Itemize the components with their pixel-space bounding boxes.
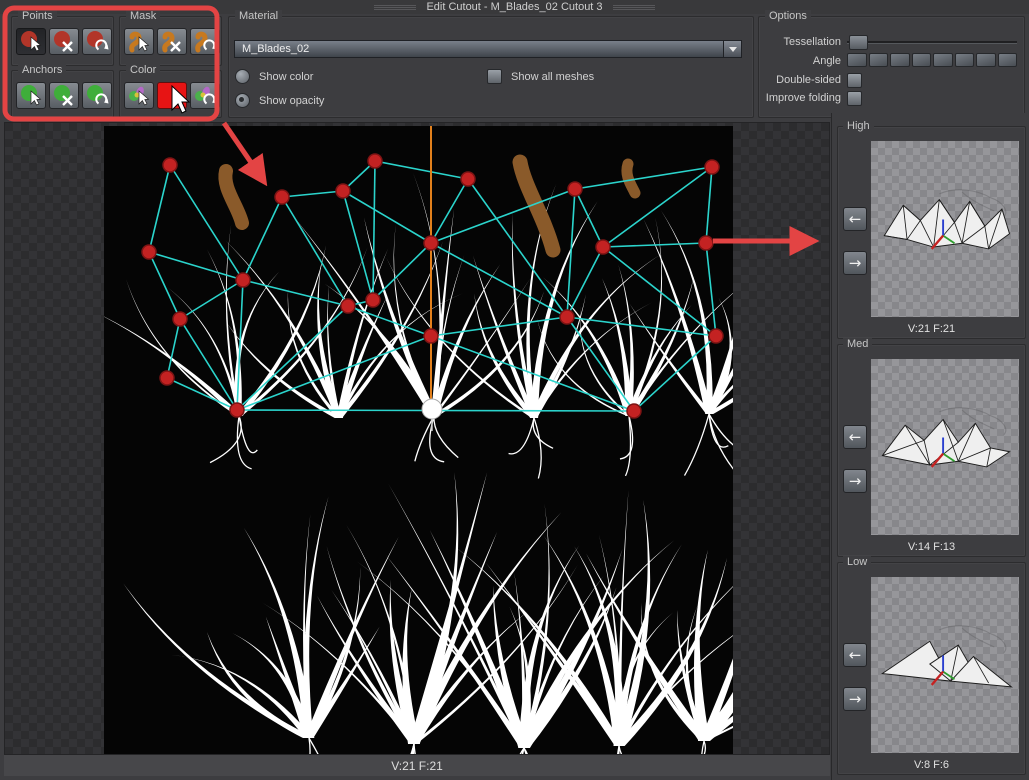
point-add-icon [17, 29, 47, 56]
angle-meter-segment[interactable] [998, 53, 1018, 67]
mask-paint-icon [125, 29, 155, 56]
show-opacity-label: Show opacity [259, 95, 324, 107]
lod-low-mesh [871, 577, 1019, 753]
color-swatch-button[interactable] [157, 82, 187, 109]
mask-paint-button[interactable] [124, 28, 154, 55]
points-group-label: Points [18, 10, 57, 22]
lod-med-next-button[interactable]: → [843, 469, 867, 493]
color-pick-button[interactable] [124, 82, 154, 109]
lod-med-mesh [871, 359, 1019, 535]
canvas-background [4, 122, 830, 755]
lod-high-stats: V:21 F:21 [838, 323, 1025, 335]
improve-folding-checkbox[interactable] [847, 91, 862, 106]
lod-high-next-button[interactable]: → [843, 251, 867, 275]
cutout-canvas-art [104, 126, 733, 754]
point-reset-icon [83, 29, 113, 56]
lod-med-preview [871, 359, 1019, 535]
cutout-edit-canvas[interactable] [104, 126, 733, 754]
color-group: Color [119, 70, 222, 118]
improve-folding-label: Improve folding [759, 92, 841, 104]
material-group: Material M_Blades_02 Show color Show opa… [228, 16, 754, 118]
title-divider-right [613, 5, 655, 10]
angle-meter-segment[interactable] [976, 53, 996, 67]
angle-meter[interactable] [847, 53, 1017, 67]
mask-reset-button[interactable] [190, 28, 220, 55]
lod-low-prev-button[interactable]: ← [843, 643, 867, 667]
page-title: Edit Cutout - M_Blades_02 Cutout 3 [426, 1, 602, 13]
mask-erase-icon [158, 29, 188, 56]
right-arrow-icon: → [849, 472, 862, 490]
show-all-meshes-checkbox[interactable] [487, 69, 502, 84]
angle-label: Angle [759, 55, 841, 67]
mask-erase-button[interactable] [157, 28, 187, 55]
lod-panel: High ← → [831, 113, 1029, 780]
points-add-button[interactable] [16, 28, 46, 55]
show-color-label: Show color [259, 71, 313, 83]
material-dropdown-value: M_Blades_02 [242, 43, 309, 55]
lod-high-preview [871, 141, 1019, 317]
lod-med-stats: V:14 F:13 [838, 541, 1025, 553]
material-dropdown[interactable]: M_Blades_02 [234, 40, 742, 58]
tessellation-slider[interactable] [847, 35, 1017, 48]
points-group: Points [11, 16, 114, 66]
lod-med-label: Med [843, 338, 872, 350]
options-group-label: Options [765, 10, 811, 22]
color-group-label: Color [126, 64, 160, 76]
anchors-add-button[interactable] [16, 82, 46, 109]
angle-meter-segment[interactable] [955, 53, 975, 67]
point-delete-icon [50, 29, 80, 56]
options-group: Options Tessellation Angle Double-sided … [758, 16, 1025, 118]
points-reset-button[interactable] [82, 28, 112, 55]
angle-meter-segment[interactable] [869, 53, 889, 67]
title-divider-left [374, 5, 416, 10]
lod-high-prev-button[interactable]: ← [843, 207, 867, 231]
lod-low-group: Low ← → V:8 F:6 [837, 562, 1026, 775]
lod-med-prev-button[interactable]: ← [843, 425, 867, 449]
lod-low-label: Low [843, 556, 871, 568]
mask-group-label: Mask [126, 10, 160, 22]
material-dropdown-arrow-icon[interactable] [723, 41, 741, 57]
left-arrow-icon: ← [849, 646, 862, 664]
lod-med-group: Med ← → V:14 F:13 [837, 344, 1026, 557]
left-arrow-icon: ← [849, 428, 862, 446]
lod-low-next-button[interactable]: → [843, 687, 867, 711]
anchors-reset-button[interactable] [82, 82, 112, 109]
anchors-delete-button[interactable] [49, 82, 79, 109]
angle-meter-segment[interactable] [847, 53, 867, 67]
mask-group: Mask [119, 16, 222, 66]
lod-low-preview [871, 577, 1019, 753]
points-delete-button[interactable] [49, 28, 79, 55]
color-reset-button[interactable] [190, 82, 220, 109]
anchor-reset-icon [83, 83, 113, 110]
show-all-meshes-label: Show all meshes [511, 71, 594, 83]
lod-high-group: High ← → [837, 126, 1026, 339]
double-sided-checkbox[interactable] [847, 73, 862, 88]
right-arrow-icon: → [849, 690, 862, 708]
color-reset-icon [191, 83, 221, 110]
tessellation-slider-handle[interactable] [849, 35, 868, 50]
lod-high-mesh [871, 141, 1019, 317]
double-sided-label: Double-sided [759, 74, 841, 86]
left-arrow-icon: ← [849, 210, 862, 228]
anchor-add-icon [17, 83, 47, 110]
right-arrow-icon: → [849, 254, 862, 272]
canvas-status-bar: V:21 F:21 [4, 755, 830, 776]
show-opacity-radio[interactable] [235, 93, 250, 108]
mask-reset-icon [191, 29, 221, 56]
anchor-delete-icon [50, 83, 80, 110]
color-pick-icon [125, 83, 155, 110]
lod-low-stats: V:8 F:6 [838, 759, 1025, 771]
edit-cutout-window: Edit Cutout - M_Blades_02 Cutout 3 Point… [0, 0, 1029, 780]
tessellation-label: Tessellation [759, 36, 841, 48]
lod-high-label: High [843, 120, 874, 132]
anchors-group-label: Anchors [18, 64, 66, 76]
material-group-label: Material [235, 10, 282, 22]
show-color-radio[interactable] [235, 69, 250, 84]
tessellation-slider-track[interactable] [847, 41, 1017, 43]
angle-meter-segment[interactable] [890, 53, 910, 67]
angle-meter-segment[interactable] [933, 53, 953, 67]
anchors-group: Anchors [11, 70, 114, 118]
angle-meter-segment[interactable] [912, 53, 932, 67]
canvas-vertex-face-count: V:21 F:21 [391, 759, 443, 773]
